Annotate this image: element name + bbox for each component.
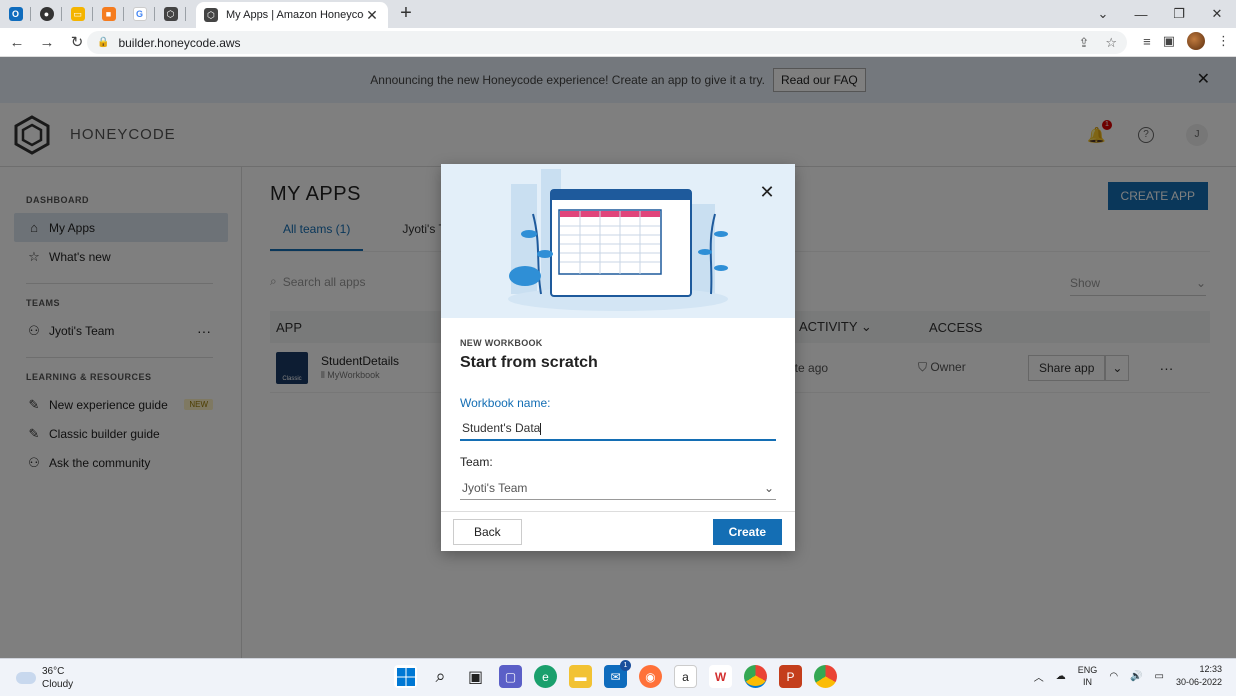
edge-browser-icon[interactable]: e <box>534 665 557 688</box>
create-button[interactable]: Create <box>712 518 782 545</box>
dialog-eyebrow: NEW WORKBOOK <box>460 338 543 348</box>
address-bar: ← → ↻ 🔒 builder.honeycode.aws ⇪ ☆ ≡ ▣ ⋮ <box>0 28 1236 57</box>
tab-title: My Apps | Amazon Honeycode <box>226 9 364 21</box>
team-select-value: Jyoti's Team <box>462 480 528 495</box>
profile-avatar[interactable] <box>1187 32 1205 50</box>
pinned-tab-github[interactable]: ● <box>31 0 62 28</box>
browser-menu-icon[interactable]: ⋮ <box>1217 33 1230 49</box>
pinned-tab-google[interactable]: G <box>124 0 155 28</box>
pinned-tab-box[interactable]: ■ <box>93 0 124 28</box>
wps-office-icon[interactable]: W <box>709 665 732 688</box>
amazon-icon[interactable]: a <box>674 665 697 688</box>
pinned-tab-slides[interactable]: ▭ <box>62 0 93 28</box>
windows-taskbar: 36°C Cloudy ⌕ ▣ ▢ e ▬ ✉ 1 ◉ a W P ︿ ☁ ENG… <box>0 658 1236 696</box>
github-tab-icon: ● <box>39 7 54 21</box>
honeycode-favicon-icon: ⬡ <box>204 8 218 22</box>
honeycode-tab-icon: ⬡ <box>163 7 178 21</box>
clock[interactable]: 12:33 30-06-2022 <box>1176 663 1222 689</box>
clock-date: 30-06-2022 <box>1175 677 1222 687</box>
clock-time: 12:33 <box>1199 664 1222 674</box>
google-tab-icon: G <box>132 7 147 21</box>
back-arrow-icon[interactable]: ← <box>4 34 30 51</box>
taskbar-apps: ⌕ ▣ ▢ e ▬ ✉ 1 ◉ a W P <box>394 660 837 688</box>
team-select[interactable]: Jyoti's Team ⌄ <box>460 476 776 500</box>
dialog-footer: Back Create <box>441 511 795 551</box>
active-browser-tab[interactable]: ⬡ My Apps | Amazon Honeycode ✕ <box>196 2 388 28</box>
workbook-name-label: Workbook name: <box>460 396 551 410</box>
firefox-icon[interactable]: ◉ <box>639 665 662 688</box>
pinned-tab-outlook[interactable]: O <box>0 0 31 28</box>
weather-condition: Cloudy <box>42 679 74 690</box>
close-tab-icon[interactable]: ✕ <box>364 7 380 24</box>
workbook-name-input[interactable]: Student's Data <box>460 417 776 441</box>
bookmark-star-icon[interactable]: ☆ <box>1105 35 1117 51</box>
task-view-icon[interactable]: ▣ <box>464 665 487 688</box>
browser-tab-bar: O ● ▭ ■ G ⬡ ⬡ My Apps | Amazon Honeycode… <box>0 0 1236 28</box>
weather-temperature: 36°C <box>42 666 65 677</box>
workbook-name-value: Student's Data <box>462 421 541 435</box>
pinned-tab-honeycode[interactable]: ⬡ <box>155 0 186 28</box>
language-code: ENG <box>1077 665 1098 675</box>
onedrive-cloud-icon[interactable]: ☁ <box>1056 671 1066 682</box>
slides-tab-icon: ▭ <box>70 7 85 21</box>
windows-start-icon[interactable] <box>394 665 417 688</box>
share-page-icon[interactable]: ⇪ <box>1078 35 1089 51</box>
dialog-title: Start from scratch <box>460 354 598 371</box>
box-tab-icon: ■ <box>101 7 116 21</box>
teams-chat-icon[interactable]: ▢ <box>499 665 522 688</box>
lock-icon: 🔒 <box>97 37 110 48</box>
workbook-illustration: ✕ <box>441 164 795 318</box>
window-close-icon[interactable]: ✕ <box>1198 6 1236 22</box>
back-button[interactable]: Back <box>453 518 522 545</box>
dialog-body: NEW WORKBOOK Start from scratch Workbook… <box>441 318 795 500</box>
file-explorer-icon[interactable]: ▬ <box>569 665 592 688</box>
restore-icon[interactable]: ❐ <box>1160 6 1198 22</box>
chevron-down-icon: ⌄ <box>763 480 774 495</box>
powerpoint-icon[interactable]: P <box>779 665 802 688</box>
forward-arrow-icon[interactable]: → <box>34 34 60 51</box>
chrome-profile-icon[interactable] <box>814 665 837 688</box>
language-indicator[interactable]: ENG IN <box>1078 664 1098 688</box>
minimize-icon[interactable]: — <box>1122 7 1160 22</box>
mail-icon[interactable]: ✉ 1 <box>604 660 631 688</box>
system-tray: ︿ ☁ ENG IN ◠ 🔊 ▭ 12:33 30-06-2022 <box>1034 663 1222 689</box>
mail-badge: 1 <box>620 660 631 671</box>
team-label: Team: <box>460 455 493 469</box>
dialog-close-icon[interactable]: ✕ <box>759 183 775 201</box>
text-cursor <box>540 422 542 435</box>
region-code: IN <box>1083 677 1093 687</box>
outlook-tab-icon: O <box>8 7 23 21</box>
url-field[interactable]: 🔒 builder.honeycode.aws ⇪ ☆ <box>87 31 1127 54</box>
tray-overflow-icon[interactable]: ︿ <box>1034 669 1044 684</box>
wifi-icon[interactable]: ◠ <box>1109 671 1118 682</box>
new-tab-icon[interactable]: + <box>396 3 416 23</box>
battery-icon[interactable]: ▭ <box>1155 671 1164 682</box>
chrome-icon[interactable] <box>744 665 767 688</box>
url-text: builder.honeycode.aws <box>118 35 241 50</box>
side-panel-icon[interactable]: ▣ <box>1163 33 1175 49</box>
reading-list-icon[interactable]: ≡ <box>1143 34 1151 49</box>
window-controls: ⌄ — ❐ ✕ <box>1084 0 1236 28</box>
tab-search-icon[interactable]: ⌄ <box>1084 6 1122 22</box>
cloud-icon <box>16 672 36 684</box>
weather-widget[interactable]: 36°C Cloudy <box>16 665 73 691</box>
new-workbook-dialog: ✕ NEW WORKBOOK Start from scratch Workbo… <box>441 164 795 551</box>
volume-icon[interactable]: 🔊 <box>1130 671 1142 682</box>
search-taskbar-icon[interactable]: ⌕ <box>429 665 452 688</box>
